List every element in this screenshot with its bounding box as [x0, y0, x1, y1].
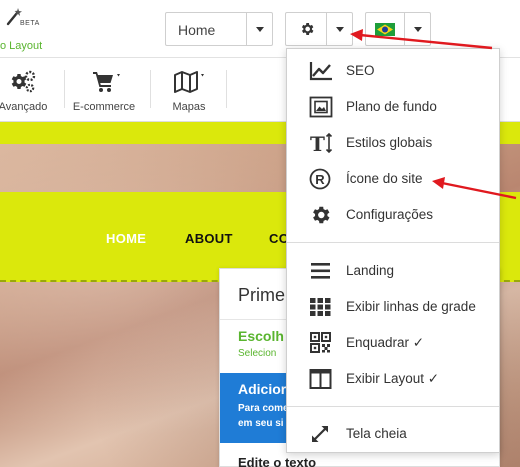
settings-button[interactable]	[285, 12, 353, 46]
site-nav-about[interactable]: ABOUT	[185, 231, 233, 246]
grid-icon	[310, 298, 331, 316]
menu-divider	[287, 242, 499, 243]
step-subtitle-line: Para come	[238, 403, 289, 414]
chevron-down-icon	[256, 27, 264, 32]
menu-item-label: Exibir Layout ✓	[346, 371, 440, 386]
menu-item-settings[interactable]: Configurações	[287, 198, 499, 232]
menu-item-grid-lines[interactable]: Exibir linhas de grade	[287, 290, 499, 324]
menu-item-show-layout[interactable]: Exibir Layout ✓	[287, 362, 499, 396]
menu-item-background[interactable]: Plano de fundo	[287, 90, 499, 124]
toolbar-label: Avançado	[0, 101, 48, 113]
svg-text:R: R	[315, 172, 325, 187]
toolbar-item-avancado[interactable]: Avançado	[0, 58, 54, 122]
menu-item-global-styles[interactable]: T Estilos globais	[287, 126, 499, 160]
toolbar-label: Mapas	[172, 101, 206, 113]
app-subtitle: o Layout	[0, 40, 43, 52]
panel-title: Prime	[238, 285, 286, 305]
brazil-flag-icon	[375, 23, 395, 36]
language-dropdown-toggle[interactable]	[404, 13, 430, 45]
page-select[interactable]: Home	[165, 12, 273, 46]
hamburger-icon	[311, 263, 330, 279]
menu-item-fullscreen[interactable]: Tela cheia	[287, 417, 499, 451]
toolbar-label: E-commerce	[72, 101, 136, 113]
settings-gear-zone[interactable]	[286, 13, 328, 45]
svg-text:T: T	[310, 132, 325, 154]
map-icon	[174, 71, 204, 93]
language-button[interactable]	[365, 12, 431, 46]
registered-icon: R	[309, 168, 331, 190]
language-flag-zone[interactable]	[366, 13, 406, 45]
step-title: Adicior	[238, 381, 287, 397]
columns-icon	[309, 369, 332, 389]
menu-item-seo[interactable]: SEO	[287, 54, 499, 88]
step-subtitle-line: em seu si	[238, 418, 284, 429]
beta-badge: BETA	[20, 20, 40, 27]
menu-item-label: Estilos globais	[346, 135, 433, 150]
menu-item-label: Enquadrar ✓	[346, 335, 425, 350]
menu-item-label: Configurações	[346, 207, 434, 222]
toolbar-divider	[226, 70, 227, 108]
expand-arrows-icon	[312, 426, 328, 442]
menu-item-frame[interactable]: Enquadrar ✓	[287, 326, 499, 360]
gears-icon	[11, 70, 36, 93]
chevron-down-icon	[336, 27, 344, 32]
gear-icon	[301, 23, 314, 35]
background-image-icon	[309, 96, 333, 118]
toolbar-item-ecommerce[interactable]: E-commerce	[68, 58, 140, 122]
qrcode-icon	[310, 332, 331, 353]
chart-line-icon	[309, 62, 332, 81]
menu-item-label: Landing	[346, 263, 395, 278]
settings-menu: SEO Plano de fundo T Estilos globais R Í…	[286, 48, 500, 453]
gear-icon	[313, 206, 330, 224]
page-select-value: Home	[178, 22, 216, 38]
step-title: Escolh	[238, 328, 284, 344]
toolbar-divider	[64, 70, 65, 108]
menu-item-label: SEO	[346, 63, 375, 78]
menu-item-label: Exibir linhas de grade	[346, 299, 476, 314]
step-title[interactable]: Edite o texto	[238, 455, 316, 467]
toolbar-item-mapas[interactable]: Mapas	[158, 58, 220, 122]
menu-item-label: Ícone do site	[346, 171, 423, 186]
toolbar-divider	[150, 70, 151, 108]
text-height-icon: T	[310, 132, 333, 154]
page-select-toggle[interactable]	[246, 13, 272, 45]
step-subtitle: Selecion	[238, 348, 277, 359]
menu-item-label: Plano de fundo	[346, 99, 437, 114]
menu-item-landing[interactable]: Landing	[287, 254, 499, 288]
cart-icon	[93, 72, 120, 92]
menu-item-site-icon[interactable]: R Ícone do site	[287, 162, 499, 196]
site-nav-home[interactable]: HOME	[106, 231, 146, 246]
settings-dropdown-toggle[interactable]	[326, 13, 352, 45]
menu-item-label: Tela cheia	[346, 426, 407, 441]
menu-divider	[287, 406, 499, 407]
chevron-down-icon	[414, 27, 422, 32]
